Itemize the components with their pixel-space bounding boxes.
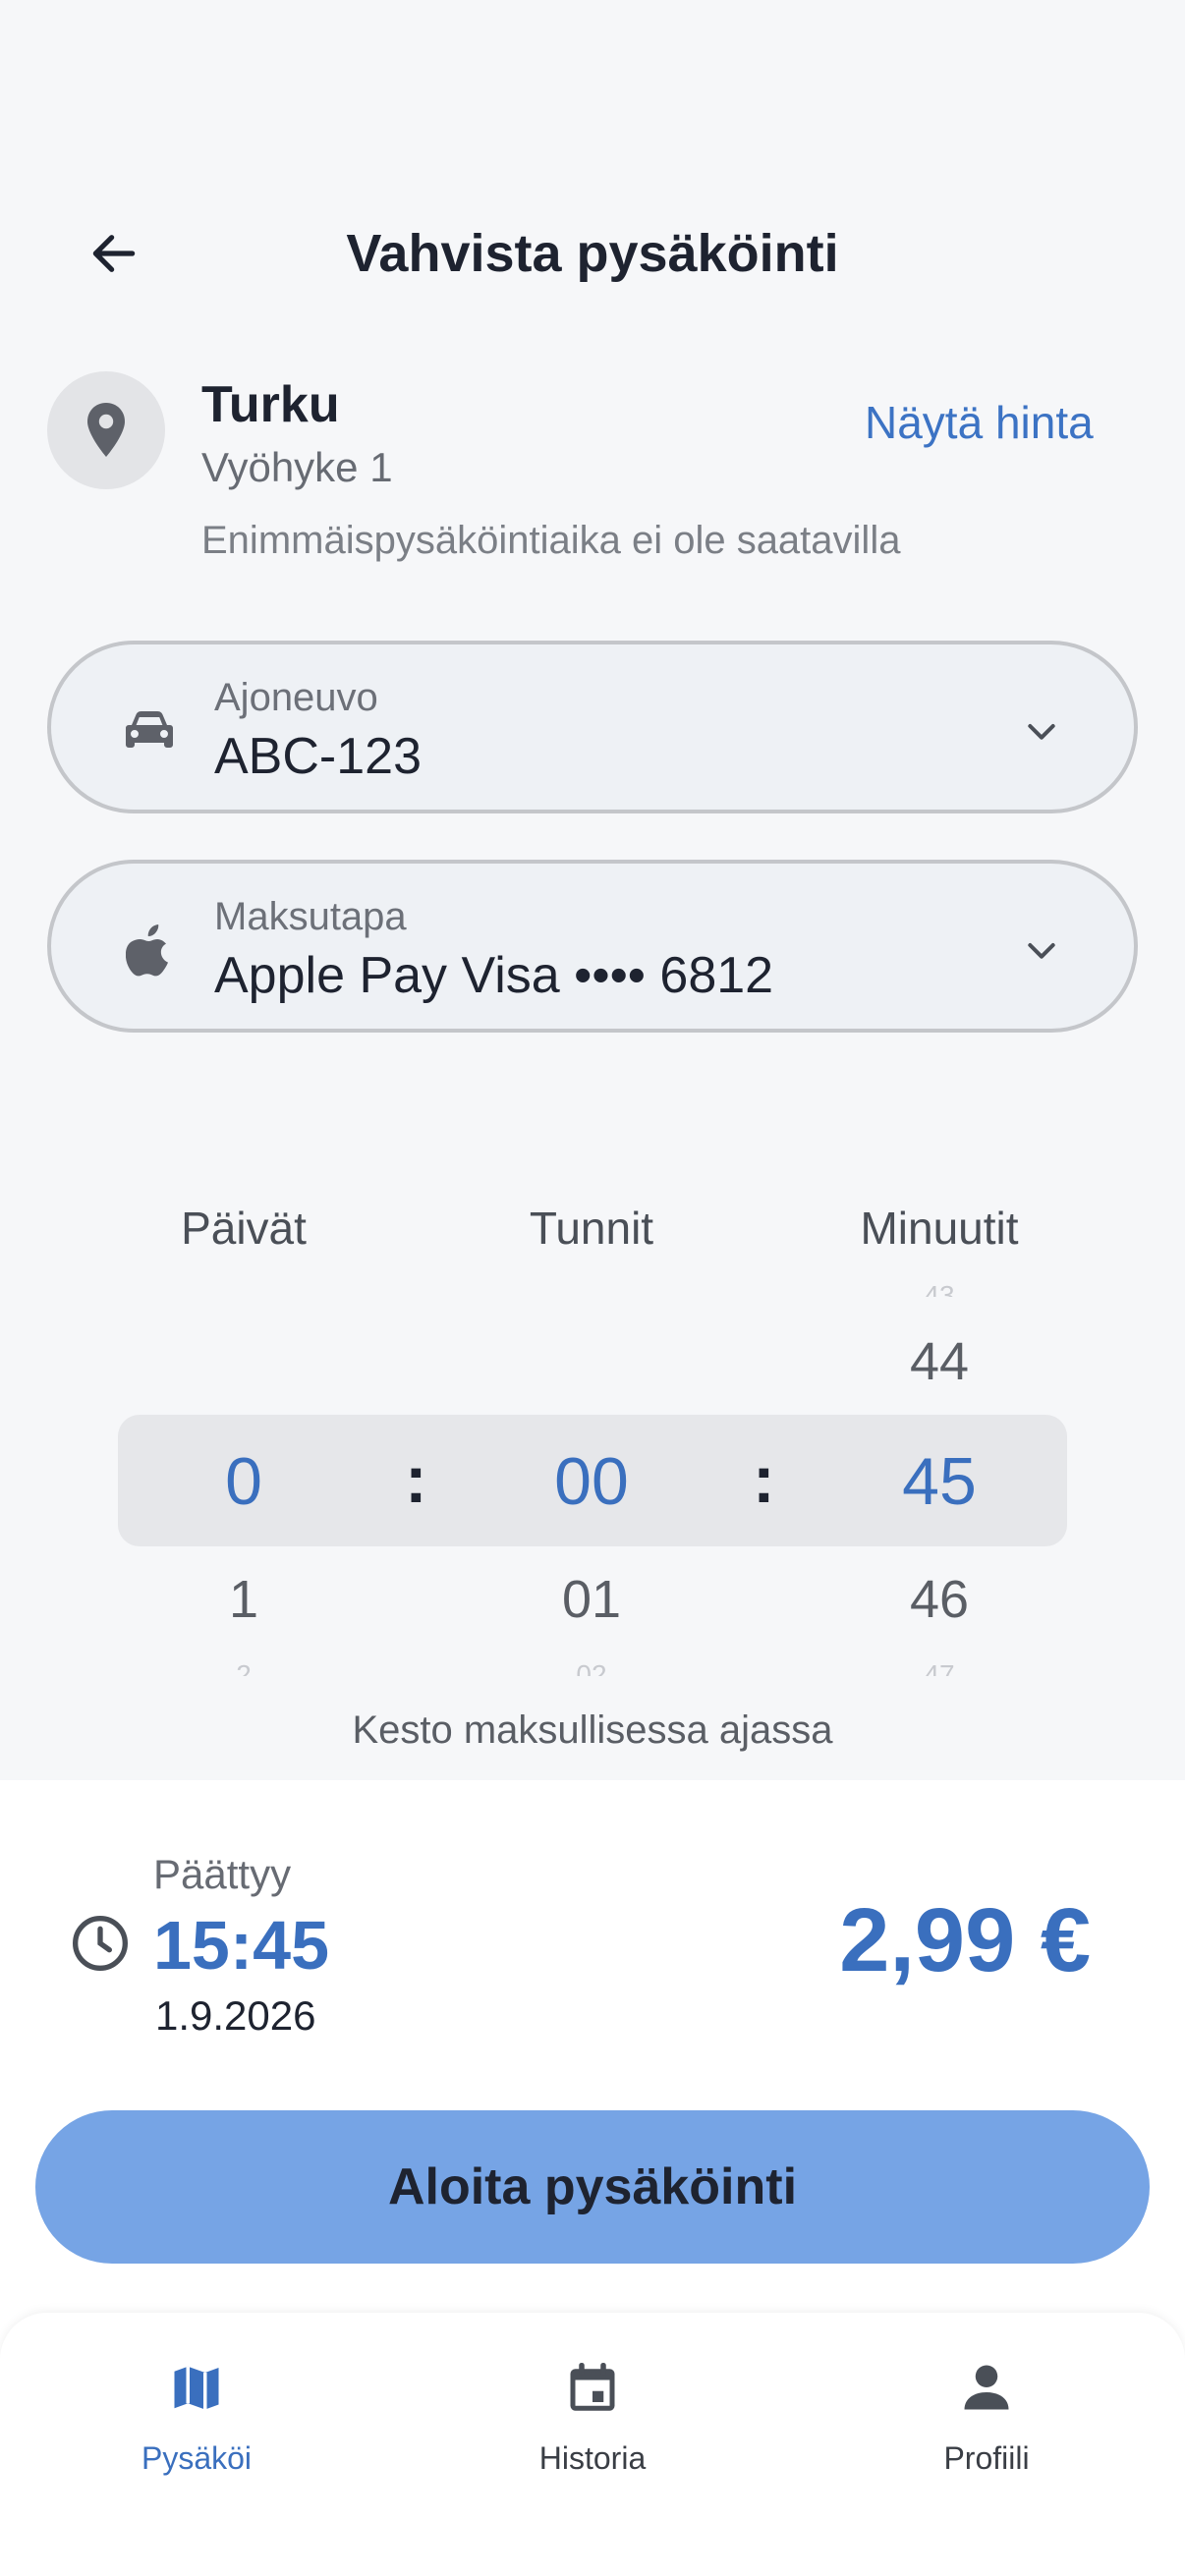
minutes-header: Minuutit [860,1203,1019,1254]
start-parking-button[interactable]: Aloita pysäköinti [35,2110,1150,2264]
location-avatar [47,371,165,489]
minutes-prev[interactable]: 44 [792,1330,1087,1393]
location-city: Turku [201,376,340,433]
minutes-prev2[interactable]: 43 [792,1281,1087,1297]
ends-time: 15:45 [153,1907,330,1984]
picker-separator: : [753,1442,775,1517]
hours-selected[interactable]: 00 [444,1442,739,1521]
page-title: Vahvista pysäköinti [346,224,839,283]
parking-price: 2,99 € [839,1890,1091,1990]
chevron-down-icon [1012,701,1071,760]
hours-next[interactable]: 01 [444,1568,739,1631]
payment-method-selector[interactable]: Maksutapa Apple Pay Visa •••• 6812 [47,860,1138,1033]
minutes-next[interactable]: 46 [792,1568,1087,1631]
show-price-link[interactable]: Näytä hinta [865,391,1094,454]
clock-icon [73,1916,128,1971]
tab-park-label: Pysäköi [141,2440,253,2476]
payment-label: Maksutapa [214,895,407,938]
duration-caption: Kesto maksullisessa ajassa [352,1708,833,1752]
map-pin-icon [87,403,125,457]
ends-label: Päättyy [153,1851,292,1897]
days-header: Päivät [181,1203,307,1254]
hours-header: Tunnit [529,1203,654,1254]
days-next2[interactable]: 2 [96,1660,391,1676]
apple-icon [114,915,185,985]
tab-history[interactable]: Historia [465,2352,720,2490]
vehicle-selector[interactable]: Ajoneuvo ABC-123 [47,641,1138,813]
tab-profile[interactable]: Profiili [859,2352,1114,2490]
location-zone: Vyöhyke 1 [201,444,393,490]
days-selected[interactable]: 0 [96,1442,391,1521]
calendar-icon [557,2352,628,2423]
picker-separator: : [405,1442,427,1517]
person-icon [951,2352,1022,2423]
chevron-down-icon [1012,921,1071,980]
vehicle-value: ABC-123 [214,728,422,785]
map-icon [161,2352,232,2423]
vehicle-label: Ajoneuvo [214,676,378,719]
tab-history-label: Historia [538,2440,647,2476]
days-next[interactable]: 1 [96,1568,391,1631]
payment-value: Apple Pay Visa •••• 6812 [214,947,774,1004]
max-time-note: Enimmäispysäköintiaika ei ole saatavilla [201,519,901,562]
ends-date: 1.9.2026 [155,1992,316,2039]
tab-profile-label: Profiili [943,2440,1030,2476]
car-icon [114,696,185,766]
minutes-selected[interactable]: 45 [792,1442,1087,1521]
tab-park[interactable]: Pysäköi [69,2352,324,2490]
hours-next2[interactable]: 02 [444,1660,739,1676]
minutes-next2[interactable]: 47 [792,1660,1087,1676]
